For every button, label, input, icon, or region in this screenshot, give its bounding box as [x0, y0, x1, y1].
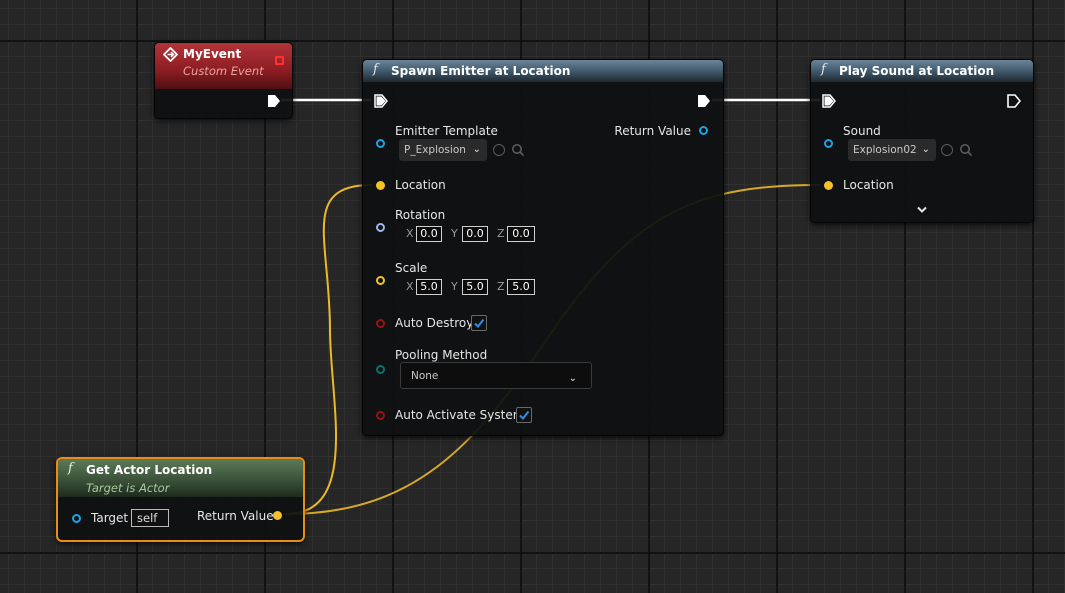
location-label: Location [395, 178, 446, 192]
return-value-label: Return Value [197, 509, 274, 523]
my-event-header[interactable]: MyEvent Custom Event [155, 43, 292, 89]
scale-x-axis-label: X [406, 280, 414, 293]
get-actor-location-node[interactable]: f Get Actor Location Target is Actor Tar… [56, 457, 305, 542]
node-title: Get Actor Location [86, 463, 213, 477]
auto-activate-checkbox[interactable] [516, 407, 532, 423]
scale-label: Scale [395, 261, 428, 275]
checkmark-icon [519, 410, 530, 421]
rotation-x-field[interactable]: 0.0 [416, 226, 442, 242]
diamond-event-icon [163, 47, 178, 62]
scale-x-field[interactable]: 5.0 [416, 279, 442, 295]
rotation-z-field[interactable]: 0.0 [507, 226, 535, 242]
delegate-pin[interactable] [275, 56, 284, 65]
target-field[interactable]: self [131, 509, 169, 527]
checkmark-icon [474, 318, 485, 329]
location-pin[interactable] [376, 181, 385, 190]
exec-out-pin[interactable] [267, 94, 281, 108]
pooling-method-label: Pooling Method [395, 348, 488, 362]
rotation-x-axis-label: X [406, 227, 414, 240]
rotation-z-axis-label: Z [497, 227, 505, 240]
expand-chevron-icon[interactable] [916, 205, 928, 215]
pooling-method-pin[interactable] [376, 365, 385, 374]
node-title: Play Sound at Location [839, 64, 995, 78]
browse-search-icon[interactable] [511, 143, 525, 157]
play-sound-node[interactable]: f Play Sound at Location Sound Explosion… [810, 59, 1034, 223]
target-pin[interactable] [72, 514, 81, 523]
return-value-label: Return Value [614, 124, 691, 138]
use-selected-icon[interactable] [941, 144, 953, 156]
scale-y-field[interactable]: 5.0 [462, 279, 488, 295]
sound-label: Sound [843, 124, 881, 138]
auto-activate-label: Auto Activate System [395, 408, 525, 422]
node-title: MyEvent [183, 47, 242, 61]
exec-in-pin[interactable] [374, 94, 388, 108]
browse-search-icon[interactable] [959, 143, 973, 157]
return-value-pin[interactable] [273, 511, 282, 520]
exec-out-pin[interactable] [697, 94, 711, 108]
sound-dropdown[interactable]: Explosion02 ⌄ [848, 139, 936, 161]
sound-pin[interactable] [824, 139, 833, 148]
pooling-method-dropdown[interactable]: None ⌄ [400, 362, 592, 389]
use-selected-icon[interactable] [493, 144, 505, 156]
emitter-template-pin[interactable] [376, 139, 385, 148]
play-sound-header[interactable]: f Play Sound at Location [811, 60, 1033, 82]
exec-in-pin[interactable] [822, 94, 836, 108]
chevron-down-icon: ⌄ [568, 373, 577, 384]
chevron-down-icon: ⌄ [472, 144, 481, 155]
function-icon: f [821, 62, 826, 77]
auto-destroy-pin[interactable] [376, 319, 385, 328]
location-pin[interactable] [824, 181, 833, 190]
exec-out-pin[interactable] [1007, 94, 1021, 108]
function-icon: f [68, 461, 73, 476]
spawn-emitter-header[interactable]: f Spawn Emitter at Location [363, 60, 723, 82]
function-icon: f [373, 62, 378, 77]
rotation-pin[interactable] [376, 223, 385, 232]
rotation-label: Rotation [395, 208, 446, 222]
get-actor-location-header[interactable]: f Get Actor Location Target is Actor [58, 459, 303, 497]
emitter-template-dropdown[interactable]: P_Explosion ⌄ [399, 139, 487, 161]
rotation-y-axis-label: Y [451, 227, 458, 240]
scale-y-axis-label: Y [451, 280, 458, 293]
my-event-node[interactable]: MyEvent Custom Event [154, 42, 293, 119]
auto-activate-pin[interactable] [376, 411, 385, 420]
auto-destroy-checkbox[interactable] [471, 315, 487, 331]
node-subtitle: Custom Event [183, 64, 264, 78]
spawn-emitter-node[interactable]: f Spawn Emitter at Location Emitter Temp… [362, 59, 724, 436]
chevron-down-icon: ⌄ [921, 144, 930, 155]
scale-pin[interactable] [376, 276, 385, 285]
rotation-y-field[interactable]: 0.0 [462, 226, 488, 242]
auto-destroy-label: Auto Destroy [395, 316, 474, 330]
return-value-pin[interactable] [699, 126, 708, 135]
node-subtitle: Target is Actor [86, 481, 170, 495]
emitter-template-value: P_Explosion [404, 144, 466, 156]
location-label: Location [843, 178, 894, 192]
emitter-template-label: Emitter Template [395, 124, 498, 138]
target-label: Target [91, 511, 129, 525]
pooling-method-value: None [411, 370, 439, 382]
sound-value: Explosion02 [853, 144, 917, 156]
node-title: Spawn Emitter at Location [391, 64, 571, 78]
scale-z-axis-label: Z [497, 280, 505, 293]
scale-z-field[interactable]: 5.0 [507, 279, 535, 295]
